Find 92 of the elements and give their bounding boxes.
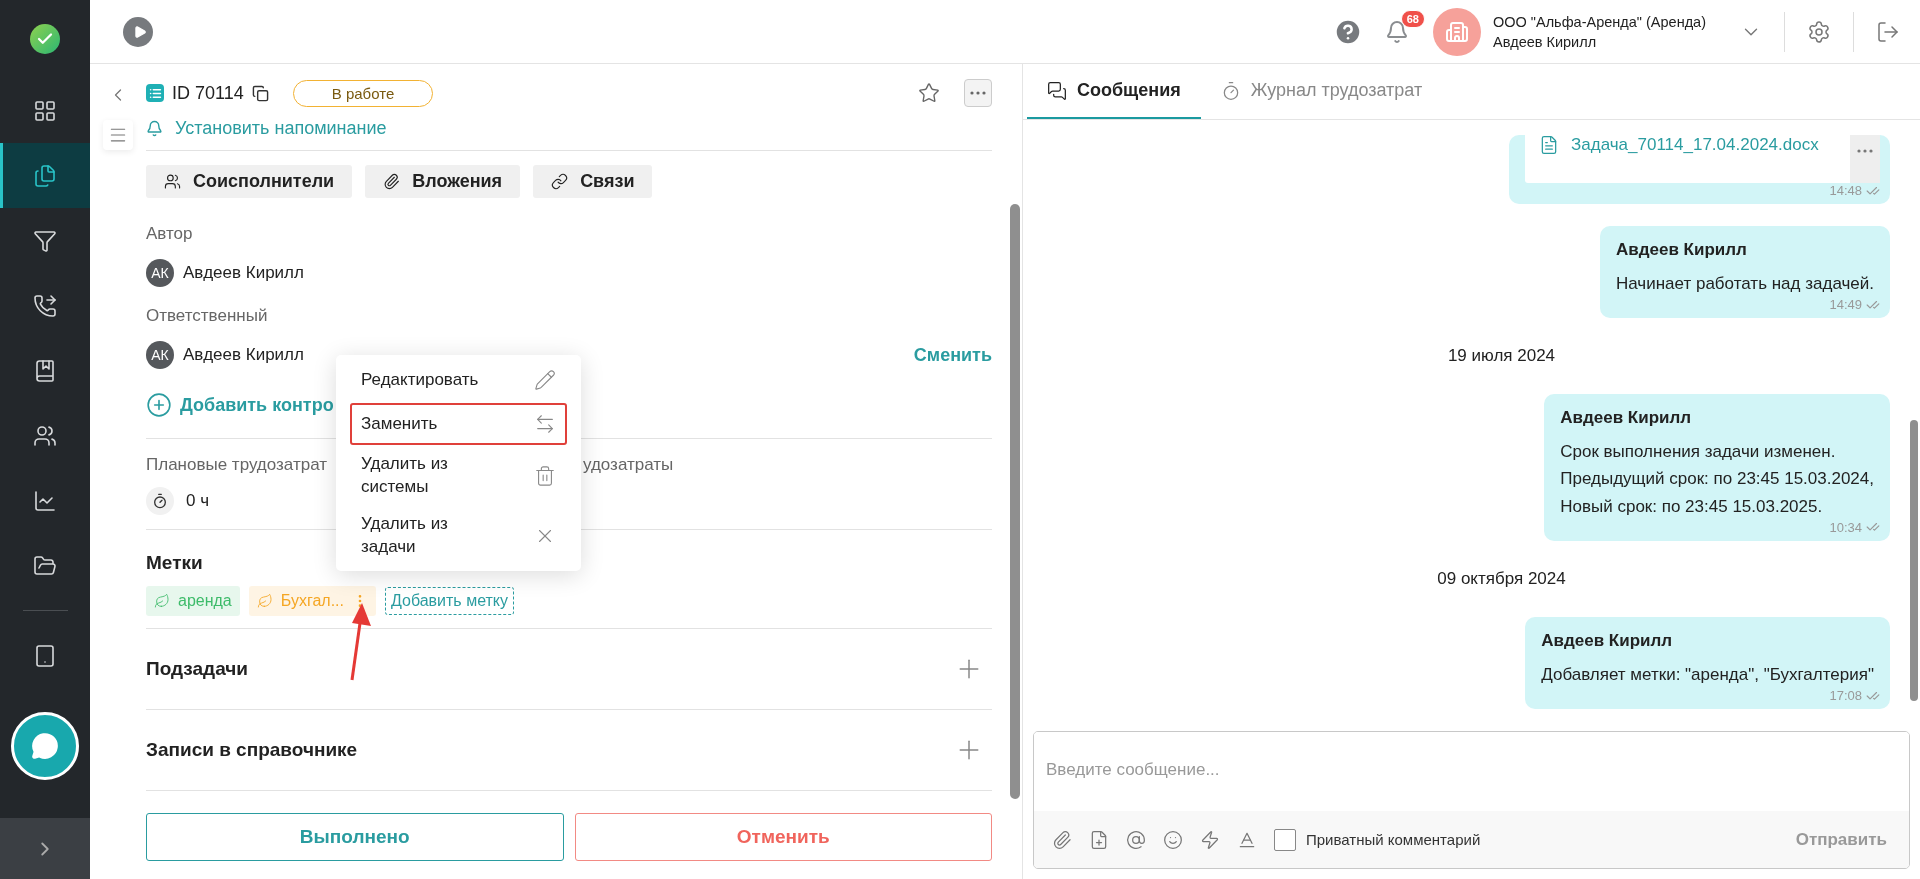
reminder-link[interactable]: Установить напоминание — [146, 115, 387, 141]
message-time: 14:49 — [1829, 297, 1862, 313]
menu-button[interactable] — [103, 120, 133, 150]
documents-icon — [33, 163, 57, 188]
bell-icon — [1384, 19, 1409, 44]
field-label: Ответственный — [146, 306, 268, 327]
scrollbar-thumb[interactable] — [1910, 420, 1918, 701]
message-text: Срок выполнения задачи изменен. Предыдущий срок: по 23:45 15.03.2024, Новый срок: по 23:45 15.03.2025. — [1560, 441, 1875, 518]
paperclip-icon[interactable] — [1052, 829, 1072, 850]
tab-button[interactable]: Соисполнители — [146, 165, 353, 198]
tag[interactable]: Бухгал... — [248, 586, 376, 616]
logout-icon[interactable] — [1876, 19, 1900, 44]
user-name: Авдеев Кирилл — [1492, 33, 1598, 50]
cancel-button[interactable]: Отменить — [574, 813, 992, 861]
copy-icon[interactable] — [251, 84, 269, 102]
message-author: Авдеев Кирилл — [1616, 240, 1748, 261]
link-icon — [551, 173, 569, 190]
message-time: 10:34 — [1829, 519, 1862, 535]
done-button[interactable]: Выполнено — [146, 813, 564, 861]
scrollbar-thumb[interactable] — [1010, 204, 1020, 799]
menu-item[interactable]: Удалить из системы — [350, 447, 567, 505]
chart-icon — [33, 488, 57, 513]
document-icon — [1539, 135, 1559, 156]
notifications-button[interactable]: 68 — [1384, 9, 1425, 44]
play-button[interactable] — [123, 16, 153, 47]
people-icon — [33, 423, 57, 448]
tab[interactable]: Журнал трудозатрат — [1200, 64, 1443, 119]
private-comment-label: Приватный комментарий — [1306, 831, 1481, 848]
field-label: Плановые трудозатрат — [146, 455, 327, 476]
chat-icon — [1047, 80, 1067, 101]
trash-icon — [534, 464, 556, 487]
folder-icon — [33, 553, 57, 578]
message-time: 17:08 — [1829, 688, 1862, 703]
menu-item[interactable]: Редактировать — [350, 359, 567, 401]
paperclip-icon — [383, 173, 401, 190]
date-separator: 19 июля 2024 — [1447, 346, 1556, 367]
add-controller-link[interactable]: Добавить контро — [146, 390, 334, 420]
timer-icon — [146, 487, 174, 515]
change-link[interactable]: Сменить — [913, 344, 992, 366]
funnel-icon — [33, 228, 57, 253]
person-name: Авдеев Кирилл — [183, 263, 304, 283]
lightning-icon[interactable] — [1200, 829, 1220, 850]
field-label: Автор — [146, 224, 193, 245]
message-author: Авдеев Кирилл — [1541, 630, 1674, 651]
book-icon — [33, 358, 57, 383]
message-field[interactable]: Введите сообщение... Приватный комментарий Отправить — [1033, 731, 1910, 869]
message-text: Начинает работать над задачей. — [1616, 273, 1875, 296]
person-name: Авдеев Кирилл — [183, 345, 304, 365]
phone-icon — [33, 293, 57, 318]
organization-name: ООО "Альфа-Аренда" (Аренда) — [1492, 13, 1706, 30]
file-plus-icon[interactable] — [1089, 829, 1109, 850]
task-id: ID 70114 — [172, 82, 244, 104]
tab-button[interactable]: Вложения — [365, 165, 521, 198]
section-title: Записи в справочнике — [146, 739, 358, 761]
chat-icon — [31, 732, 59, 760]
section-title: Подзадачи — [146, 658, 248, 680]
date-separator: 09 октября 2024 — [1437, 568, 1566, 589]
tag[interactable]: аренда — [146, 586, 240, 616]
effort-value: 0 ч — [186, 491, 210, 511]
logo-icon — [30, 24, 60, 54]
tab-button[interactable]: Связи — [533, 165, 653, 198]
add-tag-button[interactable]: Добавить метку — [384, 587, 514, 615]
menu-item[interactable]: Заменить — [350, 403, 567, 445]
bell-icon — [146, 119, 163, 137]
tablet-icon — [33, 643, 57, 668]
leaf-icon — [154, 593, 170, 609]
menu-item[interactable]: Удалить из задачи — [350, 506, 567, 565]
tab[interactable]: Сообщения — [1027, 64, 1201, 119]
people-icon — [164, 173, 181, 190]
field-label: удозатраты — [583, 455, 674, 476]
private-checkbox[interactable] — [1274, 828, 1296, 851]
ellipsis-icon — [1857, 149, 1873, 154]
smile-icon[interactable] — [1163, 829, 1183, 850]
section-title: Метки — [146, 552, 203, 574]
swap-icon — [534, 413, 556, 435]
message-author: Авдеев Кирилл — [1560, 408, 1693, 429]
leaf-icon — [256, 593, 273, 609]
task-icon — [146, 84, 164, 102]
avatar: АК — [146, 259, 174, 287]
plus-circle-icon — [146, 392, 172, 418]
sidebar-item[interactable] — [0, 143, 90, 208]
play-icon — [132, 24, 147, 39]
ellipsis-icon — [970, 91, 986, 95]
avatar: АК — [146, 341, 174, 369]
at-sign-icon[interactable] — [1126, 829, 1146, 850]
notification-count: 68 — [1400, 9, 1425, 28]
grid-icon — [33, 98, 57, 123]
star-icon[interactable] — [918, 82, 940, 104]
settings-icon[interactable] — [1807, 19, 1831, 44]
pencil-icon — [534, 369, 556, 391]
message-text: Добавляет метки: "аренда", "Бухгалтерия" — [1541, 663, 1875, 686]
message-time: 14:48 — [1829, 183, 1862, 199]
